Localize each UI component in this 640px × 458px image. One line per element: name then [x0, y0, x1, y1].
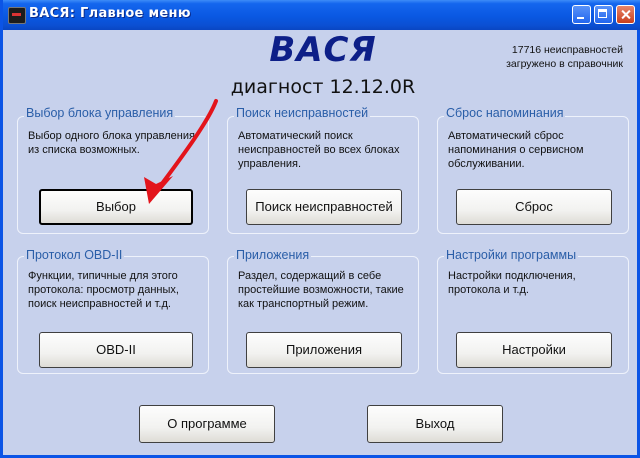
apps-button[interactable]: Приложения: [246, 332, 402, 368]
faults-info: 17716 неисправностей загружено в справоч…: [463, 43, 623, 71]
group-apps-desc: Раздел, содержащий в себе простейшие воз…: [238, 270, 404, 310]
group-fault-search-desc: Автоматический поиск неисправностей во в…: [238, 130, 400, 170]
settings-button[interactable]: Настройки: [456, 332, 612, 368]
reset-reminder-button[interactable]: Сброс: [456, 189, 612, 225]
group-select-unit-title: Выбор блока управления: [24, 106, 176, 120]
maximize-button[interactable]: [594, 5, 613, 24]
group-apps-title: Приложения: [234, 248, 312, 262]
minimize-button[interactable]: [572, 5, 591, 24]
app-version: диагност 12.12.0R: [230, 76, 416, 98]
main-menu-window: ВАСЯ: Главное меню ВАСЯ диагност 12.12.0…: [0, 0, 640, 458]
close-button[interactable]: [616, 5, 635, 24]
title-bar[interactable]: ВАСЯ: Главное меню: [3, 0, 640, 30]
app-name: ВАСЯ: [269, 30, 377, 70]
group-fault-search-title: Поиск неисправностей: [234, 106, 371, 120]
group-settings-title: Настройки программы: [444, 248, 579, 262]
group-select-unit-desc: Выбор одного блока управления из списка …: [28, 130, 195, 156]
select-unit-button[interactable]: Выбор: [39, 189, 193, 225]
faults-loaded-text: загружено в справочник: [506, 58, 623, 70]
group-reset-reminder-desc: Автоматический сброс напоминания о серви…: [448, 130, 584, 170]
group-settings-desc: Настройки подключения, протокола и т.д.: [448, 270, 576, 296]
window-title: ВАСЯ: Главное меню: [29, 6, 191, 21]
about-button[interactable]: О программе: [139, 405, 275, 443]
group-obd2-desc: Функции, типичные для этого протокола: п…: [28, 270, 179, 310]
app-icon: [8, 7, 26, 24]
faults-count-text: 17716 неисправностей: [511, 44, 623, 56]
obd2-button[interactable]: OBD-II: [39, 332, 193, 368]
group-reset-reminder-title: Сброс напоминания: [444, 106, 566, 120]
exit-button[interactable]: Выход: [367, 405, 503, 443]
fault-search-button[interactable]: Поиск неисправностей: [246, 189, 402, 225]
group-obd2-title: Протокол OBD-II: [24, 248, 125, 262]
